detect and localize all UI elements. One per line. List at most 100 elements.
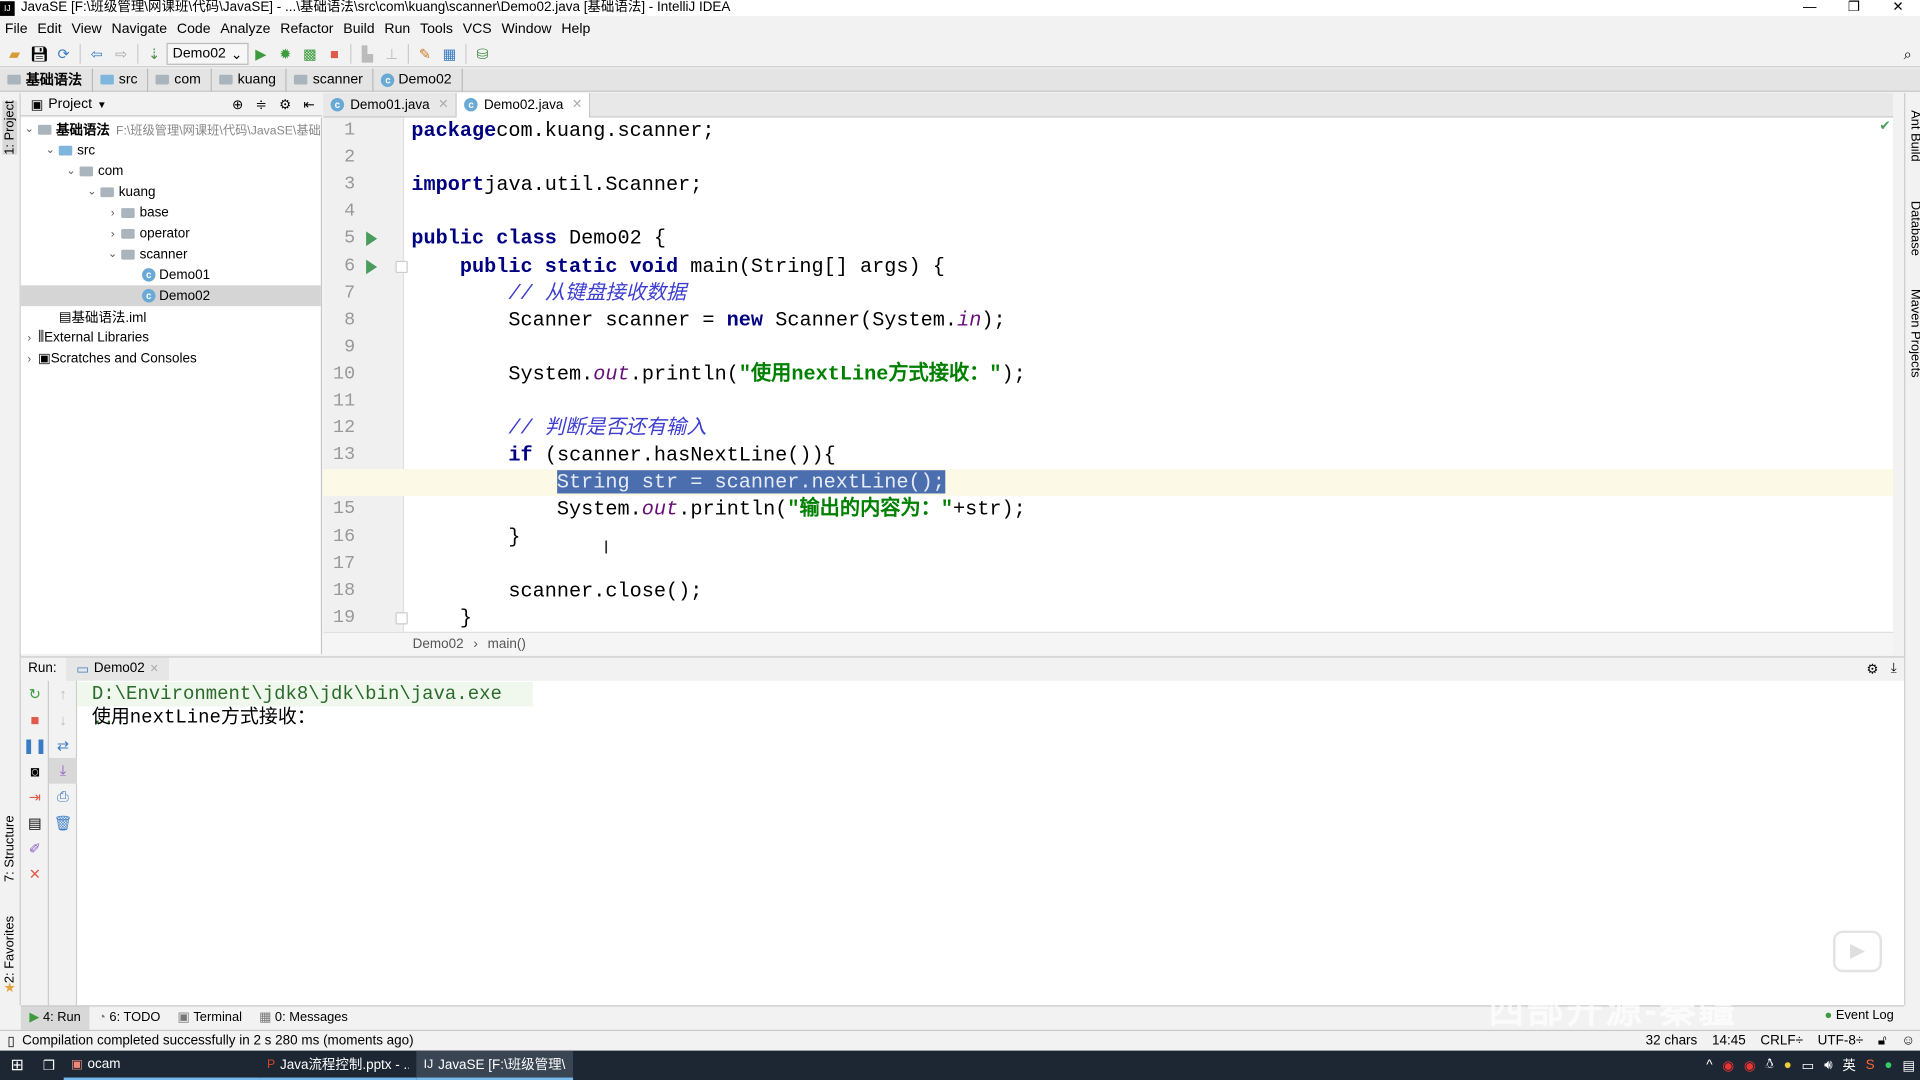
vcs-commit-icon[interactable]: ⊥ (380, 43, 404, 65)
run-config-select[interactable]: Demo02 ⌄ (166, 42, 249, 65)
arrow-down-icon[interactable]: ↓ (49, 707, 77, 733)
close-icon[interactable]: ✕ (438, 98, 448, 111)
build-icon[interactable]: ⇣ (142, 43, 166, 65)
tab-demo02-java[interactable]: c Demo02.java ✕ (457, 92, 591, 117)
soft-wrap-icon[interactable]: ⇄ (49, 732, 77, 758)
tree-node[interactable]: › ▣ Scratches and Consoles (21, 348, 321, 369)
menu-build[interactable]: Build (338, 21, 379, 36)
settings-wrench-icon[interactable]: ✎ (413, 43, 437, 65)
line-separator[interactable]: CRLF÷ (1760, 1033, 1803, 1048)
project-structure-icon[interactable]: ▦ (437, 43, 461, 65)
vcs-update-icon[interactable]: ▙ (355, 43, 379, 65)
chevron-down-icon[interactable]: ⌄ (21, 122, 38, 135)
menu-vcs[interactable]: VCS (458, 21, 497, 36)
taskbar-item[interactable]: P Java流程控制.pptx - ... (259, 1051, 417, 1080)
run-gutter-icon[interactable] (366, 231, 378, 247)
menu-tools[interactable]: Tools (415, 21, 458, 36)
menu-navigate[interactable]: Navigate (107, 21, 172, 36)
chevron-right-icon[interactable]: › (21, 331, 38, 343)
tray-app-icon[interactable]: ◉ (1739, 1057, 1761, 1074)
encoding[interactable]: UTF-8÷ (1818, 1033, 1864, 1048)
lock-icon[interactable]: 🔓︎ (1878, 1033, 1887, 1049)
chevron-down-icon[interactable]: ▼ (97, 99, 107, 110)
tree-node[interactable]: ⌄ src (21, 140, 321, 161)
video-play-icon[interactable]: ▶ (1833, 930, 1883, 973)
forward-icon[interactable]: ⇨ (109, 43, 133, 65)
pause-icon[interactable]: ❚❚ (21, 732, 49, 758)
breadcrumb-item[interactable]: scanner (287, 67, 374, 92)
layout-icon[interactable]: ▤ (21, 809, 49, 835)
run-tab[interactable]: ▭ Demo02 ✕ (66, 656, 169, 681)
menu-refactor[interactable]: Refactor (275, 21, 338, 36)
tool-window-terminal[interactable]: ▣ Terminal (169, 1006, 251, 1029)
ime-indicator[interactable]: 英 (1837, 1056, 1860, 1076)
debug-icon[interactable]: ✹ (273, 43, 297, 65)
tray-app-icon[interactable]: ● (1880, 1058, 1898, 1073)
chevron-right-icon[interactable]: › (21, 352, 38, 364)
stop-icon[interactable]: ■ (21, 707, 49, 733)
tree-node[interactable]: c Demo02 (20, 285, 321, 307)
arrow-up-icon[interactable]: ↑ (49, 681, 77, 707)
windows-start-icon[interactable]: ⊞ (0, 1056, 34, 1076)
collapse-icon[interactable]: ≑ (256, 96, 267, 112)
menu-code[interactable]: Code (172, 21, 215, 36)
tree-node[interactable]: › base (21, 202, 321, 223)
hide-panel-icon[interactable]: ⤓ (1891, 661, 1897, 677)
hide-icon[interactable]: ⇤ (303, 96, 314, 112)
tray-expand-icon[interactable]: ^ (1701, 1058, 1717, 1073)
restore-button[interactable]: ❐ (1832, 0, 1876, 16)
breadcrumb-item[interactable]: c Demo02 (374, 67, 463, 92)
breadcrumb-item[interactable]: src (93, 67, 149, 92)
tray-app-icon[interactable]: S (1861, 1058, 1880, 1073)
tray-app-icon[interactable]: ◉ (1717, 1057, 1739, 1074)
print-icon[interactable]: ⎙ (49, 784, 77, 810)
breadcrumb-method[interactable]: main() (488, 637, 526, 652)
status-toggle-icon[interactable]: ▯ (7, 1033, 14, 1049)
trash-icon[interactable]: 🗑︎ (49, 809, 77, 835)
gear-icon[interactable]: ⚙ (279, 96, 291, 112)
chevron-down-icon[interactable]: ⌄ (62, 164, 79, 177)
close-icon[interactable]: ✕ (21, 861, 49, 887)
sync-icon[interactable]: ⟳ (51, 43, 75, 65)
caret-position[interactable]: 14:45 (1712, 1033, 1746, 1048)
scroll-to-end-icon[interactable]: ⤓ (48, 757, 78, 784)
menu-help[interactable]: Help (556, 21, 595, 36)
menu-window[interactable]: Window (497, 21, 557, 36)
locate-icon[interactable]: ⊕ (232, 96, 243, 112)
menu-analyze[interactable]: Analyze (215, 21, 275, 36)
chevron-right-icon[interactable]: › (104, 227, 121, 239)
tree-node[interactable]: › operator (21, 223, 321, 244)
breadcrumb-item[interactable]: kuang (212, 67, 288, 92)
pin-icon[interactable]: ✐ (21, 835, 49, 861)
tree-node[interactable]: ⌄ com (21, 160, 321, 181)
close-button[interactable]: ✕ (1876, 0, 1920, 16)
tree-node[interactable]: ▤ 基础语法.iml (21, 306, 321, 327)
minimize-button[interactable]: — (1788, 0, 1832, 16)
volume-icon[interactable]: 🔊︎ (1819, 1057, 1837, 1073)
tree-node[interactable]: ⌄ kuang (21, 181, 321, 202)
structure-tool-button[interactable]: 7: Structure (2, 816, 17, 882)
chevron-down-icon[interactable]: ⌄ (83, 185, 100, 198)
run-console[interactable]: D:\Environment\jdk8\jdk\bin\java.exe ...… (77, 680, 1905, 1006)
rerun-icon[interactable]: ↻ (21, 681, 49, 707)
menu-edit[interactable]: Edit (32, 21, 66, 36)
search-icon[interactable]: ⌕ (1896, 43, 1920, 65)
menu-view[interactable]: View (67, 21, 107, 36)
inspector-icon[interactable]: ☺ (1901, 1033, 1915, 1048)
sdk-icon[interactable]: ⛁ (470, 43, 494, 65)
tray-app-icon[interactable]: ● (1779, 1058, 1797, 1073)
chevron-down-icon[interactable]: ⌄ (42, 143, 59, 156)
favorites-tool-button[interactable]: 2: Favorites (2, 916, 17, 983)
taskbar-item[interactable]: IJ JavaSE [F:\班级管理\... (416, 1050, 574, 1080)
taskbar-item[interactable]: ▣ ocam (63, 1051, 260, 1080)
fold-icon[interactable] (395, 611, 408, 625)
task-view-icon[interactable]: ❐ (34, 1057, 63, 1074)
tool-window-run[interactable]: ▶ 4: Run (20, 1005, 90, 1030)
breadcrumb-item[interactable]: com (149, 67, 212, 92)
dump-threads-icon[interactable]: ◙ (21, 758, 49, 784)
event-log-button[interactable]: ● Event Log (1824, 1008, 1893, 1023)
save-icon[interactable]: 💾︎ (27, 43, 51, 65)
menu-run[interactable]: Run (380, 21, 416, 36)
run-gutter-icon[interactable] (366, 258, 378, 274)
tree-node[interactable]: ⌄ scanner (21, 244, 321, 265)
